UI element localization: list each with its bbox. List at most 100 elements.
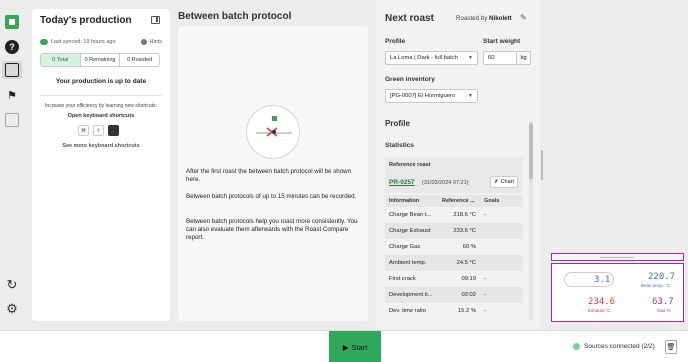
bbp-text-1: After the first roast the between batch … [186,168,352,183]
shift-key-icon: ⇧ [93,125,104,136]
connected-dot-icon [573,343,580,350]
sources-status[interactable]: Sources connected (2/2) [573,343,655,350]
table-row: Charge Exhaust 233.6 °C [385,223,523,239]
exhaust-label: Exhaust °C [588,308,611,313]
panel-resize-handle[interactable] [541,150,543,180]
start-label: Start [351,342,368,352]
chevron-down-icon: ▼ [468,55,473,61]
chart-button[interactable]: ✗ Chart [490,176,518,188]
green-inventory-select[interactable]: [PG-0007] El Hormiguero ▼ [385,89,478,103]
production-title: Today's production [40,15,132,26]
row-goal: - [484,292,486,298]
roasted-by-label: Roasted by [456,15,488,22]
ror-value: 3.1 [594,275,611,285]
row-ref: 02:02 [461,292,476,298]
reference-roast-label: Reference roast [389,162,431,168]
bbp-panel: After the first roast the between batch … [178,26,368,321]
settings-gear-icon[interactable]: ⚙ [5,301,19,316]
statistics-table: Information Reference ... Goals Charge B… [385,195,523,319]
app-logo-icon[interactable] [5,15,19,29]
row-info: Charge Exhaust [389,228,431,234]
row-info: Dev. time ratio [389,308,426,314]
bbp-text-3: Between batch protocols help you roast m… [186,218,358,241]
profile-section-title: Profile [385,119,410,128]
row-ref: 09:19 [461,276,476,282]
row-info: Development ti... [389,292,433,298]
table-row: Ambient temp. 24.5 °C [385,255,523,271]
chart-label: Chart [500,179,515,185]
period-key-icon: . [108,125,119,136]
profile-value: La Loma | Dark - full batch [390,55,458,61]
edit-pencil-icon[interactable]: ✎ [520,13,527,22]
bean-temp-value: 220.7 [648,272,676,282]
green-inventory-label: Green inventory [385,76,435,83]
chevron-down-icon: ▼ [468,93,473,99]
divider [40,95,162,96]
gas-label: Gas % [657,308,671,313]
profile-select[interactable]: La Loma | Dark - full batch ▼ [385,51,478,65]
row-goal: - [484,276,486,282]
row-goal: - [484,212,486,218]
header-goals: Goals [484,198,500,204]
row-info: Charge Bean t... [389,212,432,218]
sync-status: Last synced: 19 hours ago [40,39,116,45]
row-ref: 60 % [462,244,476,250]
help-icon[interactable]: ? [5,40,19,54]
bean-icon[interactable]: ⚑ [5,88,19,102]
efficiency-tip: Increase your efficiency by learning new… [45,103,157,109]
up-to-date-message: Your production is up to date [55,78,147,85]
reference-roast-link[interactable]: PR-0257 [389,179,415,186]
scrollbar-thumb[interactable] [529,123,533,179]
chart-icon: ✗ [493,179,499,185]
row-ref: 218.6 °C [453,212,476,218]
bottom-bar: ▶ Start Sources connected (2/2) 🗑 [0,330,688,362]
trash-icon[interactable]: 🗑 [665,340,677,354]
open-shortcuts-label: Open keyboard shortcuts [67,113,135,119]
table-row: Development ti... 02:02 - [385,287,523,303]
more-shortcuts-link[interactable]: See more keyboard shortcuts [32,143,170,149]
cloud-sync-icon [40,39,48,45]
next-roast-panel: Next roast Roasted by Nikolett ✎ Profile… [376,0,540,330]
tab-total[interactable]: 0 Total [41,54,81,66]
hints-icon [141,39,148,45]
weight-unit: kg [517,51,531,65]
reference-roast-box: Reference roast PR-0257 (31/03/2024 07:2… [385,157,523,193]
hints-label: Hints [149,39,162,45]
row-ref: 24.5 °C [456,260,476,266]
header-information: Information [389,198,420,204]
command-key-icon: ⌘ [78,125,89,136]
production-filter-tabs: 0 Total 0 Remaining 0 Roasted [40,53,160,67]
exhaust-value: 234.6 [588,297,616,307]
sources-label: Sources connected (2/2) [584,343,655,350]
hints-toggle[interactable]: Hints [141,39,162,45]
bbp-title: Between batch protocol [178,11,292,22]
gas-value: 63.7 [652,297,674,307]
row-ref: 15.2 % [457,308,476,314]
tab-roasted[interactable]: 0 Roasted [120,54,159,66]
sync-icon[interactable]: ↻ [5,277,19,292]
table-row: First crack 09:19 - [385,271,523,287]
roaster-illustration-icon [246,105,300,159]
sensor-readout-widget: 3.1 220.7 Bean temp. °C 234.6 Exhaust °C… [551,263,684,322]
table-header: Information Reference ... Goals [385,195,523,207]
reference-roast-date: (31/03/2024 07:21) [422,180,469,186]
sensor-widget-drag-handle[interactable] [551,253,684,261]
start-button[interactable]: ▶ Start [329,331,381,362]
green-inventory-value: [PG-0007] El Hormiguero [390,93,456,99]
header-reference: Reference ... [442,198,475,204]
tab-remaining[interactable]: 0 Remaining [81,54,121,66]
message-icon[interactable] [5,113,19,127]
bean-temp-label: Bean temp. °C [641,283,671,288]
roasted-by: Roasted by Nikolett [456,15,512,22]
play-icon: ▶ [342,342,349,352]
table-row: Charge Gas 60 % [385,239,523,255]
start-weight-input[interactable]: 60 [483,51,517,65]
last-synced-text: Last synced: 19 hours ago [51,39,116,45]
row-info: Charge Gas [389,244,421,250]
start-weight-label: Start weight [483,38,521,45]
calendar-icon[interactable] [5,63,19,77]
row-goal: - [484,308,486,314]
row-ref: 233.6 °C [453,228,476,234]
next-roast-title: Next roast [385,13,434,24]
collapse-panel-icon[interactable] [151,16,160,24]
